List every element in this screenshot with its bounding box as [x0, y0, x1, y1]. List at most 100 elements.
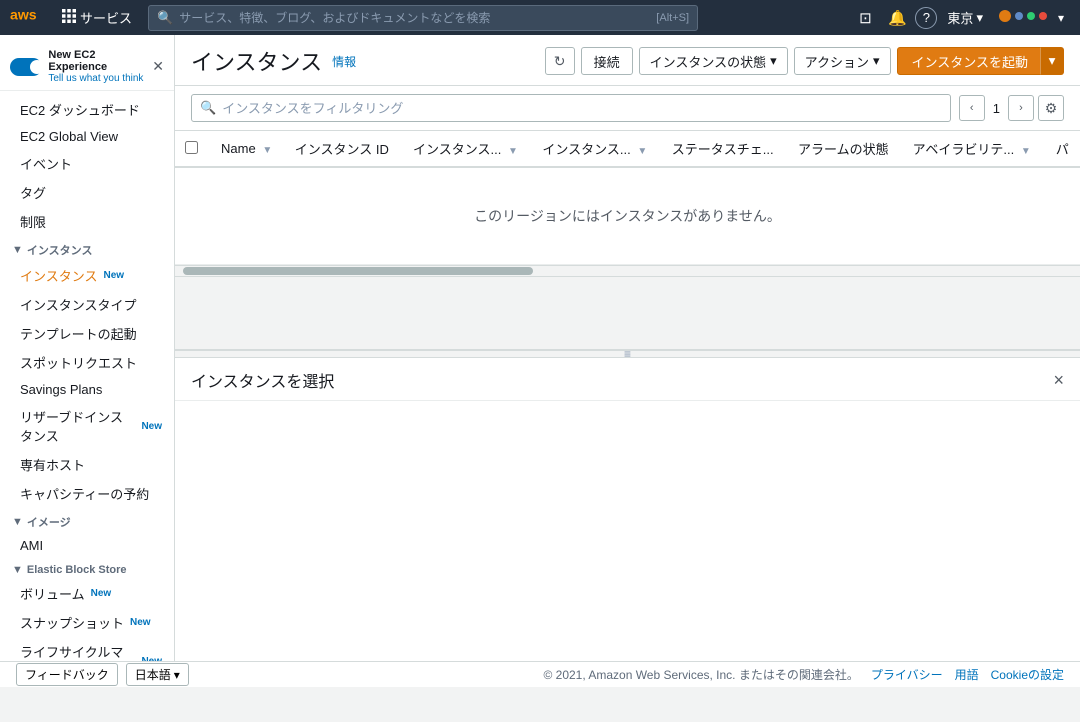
language-label: 日本語 [135, 666, 171, 683]
user-dots-icon [999, 9, 1054, 26]
col-instance-id[interactable]: インスタンス ID [285, 131, 403, 167]
instances-table-wrap: Name ▼ インスタンス ID インスタンス... ▼ インスタンス... [175, 131, 1080, 265]
panel-drag-handle[interactable]: ≡ [175, 350, 1080, 358]
scroll-thumb[interactable] [183, 267, 533, 275]
bottom-panel-title: インスタンスを選択 [191, 368, 334, 392]
sidebar-item-instance-types[interactable]: インスタンスタイプ [0, 290, 174, 319]
col-pa[interactable]: パ [1046, 131, 1080, 167]
select-all-checkbox-header[interactable] [175, 131, 211, 167]
instance-state-label: インスタンスの状態 [650, 52, 766, 71]
filter-search-icon: 🔍 [200, 100, 216, 116]
next-icon: › [1019, 102, 1023, 114]
footer-right: © 2021, Amazon Web Services, Inc. またはその関… [543, 666, 1064, 683]
sidebar-item-instances[interactable]: インスタンス New [0, 261, 174, 290]
new-experience-toggle[interactable] [10, 58, 42, 76]
search-input[interactable] [179, 10, 650, 25]
cookies-link[interactable]: Cookieの設定 [991, 666, 1064, 683]
region-chevron-icon: ▾ [976, 10, 983, 26]
launch-dropdown-icon: ▾ [1049, 53, 1056, 69]
sidebar-item-spot-requests[interactable]: スポットリクエスト [0, 348, 174, 377]
new-experience-sub[interactable]: Tell us what you think [48, 73, 146, 84]
col-instance-type-label: インスタンス... [542, 142, 630, 157]
col-availability[interactable]: アベイラビリテ... ▼ [903, 131, 1046, 167]
services-menu-button[interactable]: サービス [54, 4, 140, 31]
bottom-panel-header: インスタンスを選択 × [175, 358, 1080, 401]
search-shortcut: [Alt+S] [656, 12, 689, 24]
footer-left: フィードバック 日本語 ▾ [16, 663, 189, 686]
page-header: インスタンス 情報 ↻ 接続 インスタンスの状態 ▾ アクション ▾ [175, 35, 1080, 86]
top-navigation: aws サービス 🔍 [Alt+S] ⊡ 🔔 ? 東京 [0, 0, 1080, 35]
connect-label: 接続 [594, 55, 620, 70]
launch-dropdown-button[interactable]: ▾ [1040, 47, 1064, 75]
info-link[interactable]: 情報 [332, 53, 356, 70]
col-instance-id-label: インスタンス ID [295, 142, 389, 157]
close-icon[interactable]: ✕ [152, 58, 164, 75]
search-bar: 🔍 [Alt+S] [148, 5, 698, 31]
table-settings-button[interactable]: ⚙ [1038, 95, 1064, 121]
sidebar: New EC2 Experience Tell us what you thin… [0, 35, 175, 661]
sidebar-item-ami[interactable]: AMI [0, 533, 174, 558]
page-number: 1 [989, 101, 1004, 116]
col-instance-state[interactable]: インスタンス... ▼ [403, 131, 532, 167]
launch-instance-button[interactable]: インスタンスを起動 [897, 47, 1043, 75]
bottom-panel: ≡ インスタンスを選択 × [175, 349, 1080, 661]
sidebar-item-tags[interactable]: タグ [0, 178, 174, 207]
bottom-panel-content [175, 401, 1080, 661]
sidebar-section-images[interactable]: ▼ イメージ [0, 508, 174, 533]
search-icon: 🔍 [157, 10, 173, 26]
nav-right-actions: ⊡ 🔔 ? 東京 ▾ ▾ [851, 4, 1070, 32]
help-icon-button[interactable]: ? [915, 7, 937, 29]
user-menu-button[interactable]: ▾ [993, 5, 1070, 30]
privacy-link[interactable]: プライバシー [871, 666, 943, 683]
sidebar-item-capacity-reservations[interactable]: キャパシティーの予約 [0, 479, 174, 508]
sidebar-item-events[interactable]: イベント [0, 149, 174, 178]
bell-icon-button[interactable]: 🔔 [883, 4, 911, 32]
select-all-checkbox[interactable] [185, 141, 198, 154]
sidebar-item-lifecycle-manager[interactable]: ライフサイクルマネージャー New [0, 637, 174, 661]
bottom-panel-close-button[interactable]: × [1053, 370, 1064, 391]
launch-label: インスタンスを起動 [912, 55, 1028, 70]
filter-input-wrap: 🔍 [191, 94, 951, 122]
sort-icon: ▼ [508, 146, 518, 157]
instances-table: Name ▼ インスタンス ID インスタンス... ▼ インスタンス... [175, 131, 1080, 265]
sidebar-item-reserved-instances[interactable]: リザーブドインスタンス New [0, 402, 174, 450]
sidebar-item-ec2-global-view[interactable]: EC2 Global View [0, 124, 174, 149]
col-name[interactable]: Name ▼ [211, 131, 285, 167]
section-arrow-icon: ▼ [12, 516, 23, 528]
actions-button[interactable]: アクション ▾ [794, 47, 891, 75]
filter-bar: 🔍 ‹ 1 › ⚙ [175, 86, 1080, 131]
sidebar-item-ec2-dashboard[interactable]: EC2 ダッシュボード [0, 95, 174, 124]
refresh-button[interactable]: ↻ [545, 47, 575, 75]
feedback-button[interactable]: フィードバック [16, 663, 118, 686]
sidebar-section-instances[interactable]: ▼ インスタンス [0, 236, 174, 261]
horizontal-scrollbar[interactable] [175, 265, 1080, 277]
col-availability-label: アベイラビリテ... [913, 142, 1015, 157]
drag-icon: ≡ [624, 347, 631, 361]
services-label: サービス [80, 8, 132, 27]
sidebar-item-dedicated-hosts[interactable]: 専有ホスト [0, 450, 174, 479]
table-header-row: Name ▼ インスタンス ID インスタンス... ▼ インスタンス... [175, 131, 1080, 167]
sidebar-item-snapshots[interactable]: スナップショット New [0, 608, 174, 637]
col-instance-type[interactable]: インスタンス... ▼ [532, 131, 661, 167]
next-page-button[interactable]: › [1008, 95, 1034, 121]
sidebar-item-limits[interactable]: 制限 [0, 207, 174, 236]
filter-input[interactable] [222, 101, 942, 116]
connect-button[interactable]: 接続 [581, 47, 633, 75]
terminal-icon-button[interactable]: ⊡ [851, 4, 879, 32]
footer: フィードバック 日本語 ▾ © 2021, Amazon Web Service… [0, 661, 1080, 687]
region-label: 東京 [947, 8, 973, 27]
language-selector[interactable]: 日本語 ▾ [126, 663, 189, 686]
prev-page-button[interactable]: ‹ [959, 95, 985, 121]
col-status-label: ステータスチェ... [672, 142, 774, 157]
pagination: ‹ 1 › ⚙ [959, 95, 1064, 121]
terms-link[interactable]: 用語 [955, 666, 979, 683]
instance-state-button[interactable]: インスタンスの状態 ▾ [639, 47, 788, 75]
region-selector[interactable]: 東京 ▾ [941, 4, 989, 31]
settings-icon: ⚙ [1045, 100, 1058, 117]
col-status-check[interactable]: ステータスチェ... [662, 131, 788, 167]
sidebar-item-savings-plans[interactable]: Savings Plans [0, 377, 174, 402]
sidebar-item-volumes[interactable]: ボリューム New [0, 579, 174, 608]
sidebar-section-ebs[interactable]: ▼ Elastic Block Store [0, 558, 174, 579]
sidebar-item-launch-templates[interactable]: テンプレートの起動 [0, 319, 174, 348]
col-alarm-state[interactable]: アラームの状態 [788, 131, 903, 167]
